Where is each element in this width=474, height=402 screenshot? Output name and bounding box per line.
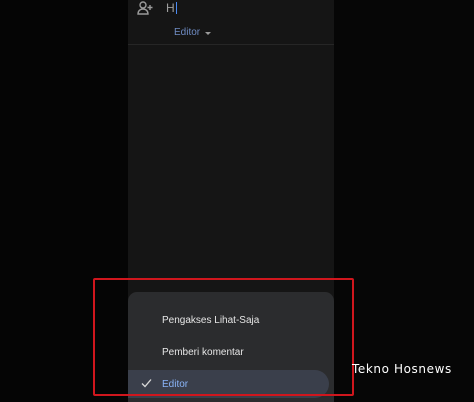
role-dropdown-label: Editor bbox=[174, 27, 201, 38]
person-add-icon[interactable] bbox=[137, 1, 153, 15]
name-input-value: H bbox=[166, 1, 175, 15]
role-dropdown[interactable]: Editor bbox=[174, 26, 212, 40]
name-input[interactable]: H bbox=[166, 0, 316, 16]
highlight-annotation bbox=[93, 278, 354, 396]
divider bbox=[128, 44, 334, 45]
text-caret bbox=[175, 2, 177, 14]
watermark: Tekno Hosnews bbox=[352, 362, 452, 376]
right-background bbox=[334, 0, 474, 402]
share-people-row: H bbox=[128, 0, 334, 20]
screenshot: H Editor Pengakses Lihat-Saja Pemberi ko… bbox=[0, 0, 474, 402]
chevron-down-icon bbox=[205, 31, 212, 35]
